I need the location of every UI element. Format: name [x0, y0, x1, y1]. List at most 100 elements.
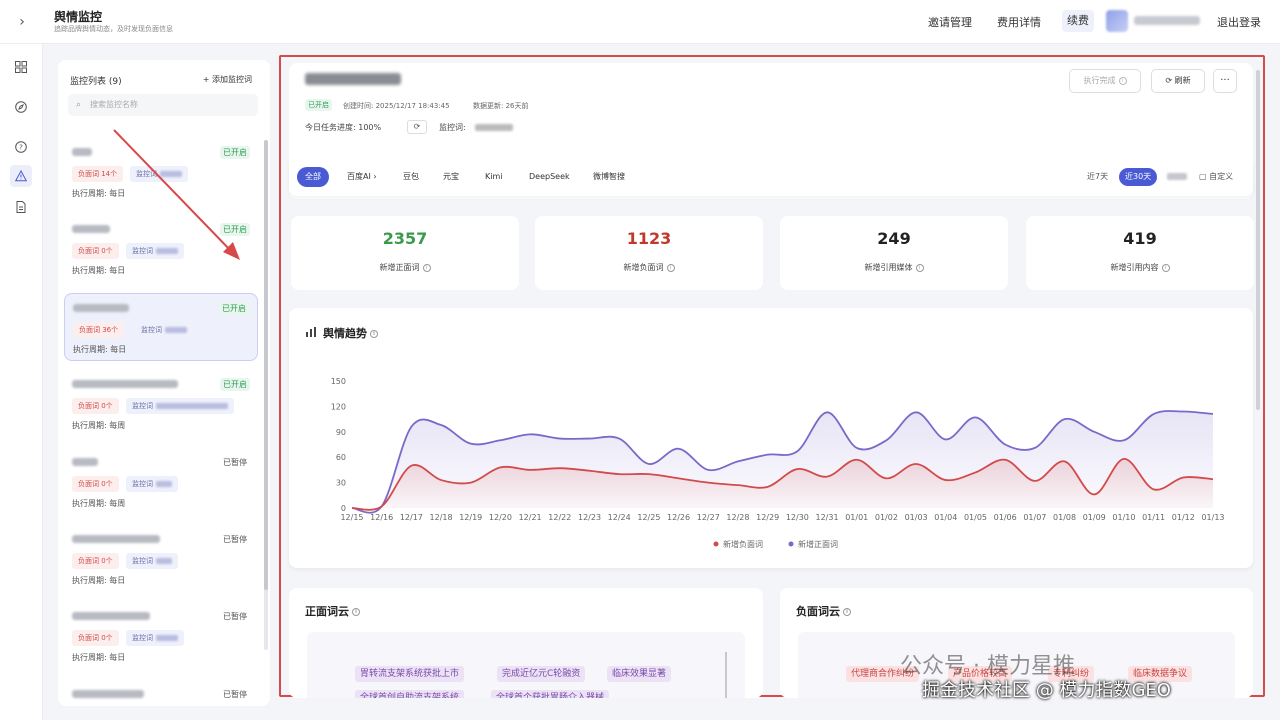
- search-input[interactable]: ⌕ 搜索监控名称: [68, 94, 258, 116]
- item-period: 执行周期: 每日: [72, 576, 126, 585]
- task-status-badge: 已开启: [305, 99, 332, 111]
- stat-value: 1123: [626, 229, 672, 248]
- source-tab-yuanbao[interactable]: 元宝: [435, 167, 467, 187]
- info-icon: i: [915, 263, 924, 272]
- more-options-button[interactable]: ···: [1213, 69, 1237, 93]
- alert-icon[interactable]: [10, 165, 32, 187]
- main-scrollbar-thumb[interactable]: [1256, 70, 1260, 410]
- item-period: 执行周期: 每周: [72, 499, 126, 508]
- status-badge: 已暂停: [223, 690, 247, 699]
- negative-count-tag: 负面词 14个: [72, 166, 124, 182]
- list-scrollbar[interactable]: [264, 140, 268, 650]
- compass-icon[interactable]: [10, 96, 32, 118]
- stat-new-negative: 1123 新增负面词 i: [535, 216, 763, 290]
- list-item-selected[interactable]: 已开启 负面词 36个 监控词 执行周期: 每日: [64, 293, 258, 361]
- word-tag[interactable]: 完成近亿元C轮融资: [497, 666, 586, 682]
- user-name[interactable]: [1134, 16, 1200, 25]
- x-tick-label: 12/15: [340, 513, 363, 522]
- list-item[interactable]: 已开启 负面词 0个 监控词 执行周期: 每周: [64, 370, 258, 438]
- logout-link[interactable]: 退出登录: [1217, 14, 1261, 30]
- item-period: 执行周期: 每日: [73, 345, 127, 354]
- word-tag[interactable]: 临床效果显著: [607, 666, 672, 682]
- legend-label: 新增负面词: [723, 539, 763, 549]
- list-scrollbar-thumb[interactable]: [264, 140, 268, 590]
- list-item[interactable]: 已暂停 负面词 0个 监控词 执行周期: 每周: [64, 448, 258, 516]
- source-tab-weibo[interactable]: 微博智搜: [585, 167, 633, 187]
- x-tick-label: 12/22: [548, 513, 571, 522]
- legend-marker: [713, 541, 719, 547]
- negative-count-tag: 负面词 36个: [73, 322, 125, 338]
- dashboard-icon[interactable]: [10, 56, 32, 78]
- x-tick-label: 01/11: [1142, 513, 1165, 522]
- x-tick-label: 01/06: [994, 513, 1017, 522]
- stat-value: 2357: [382, 229, 428, 248]
- x-tick-label: 12/24: [608, 513, 631, 522]
- range-tab-blurred[interactable]: [1167, 173, 1187, 180]
- list-item[interactable]: 已暂停 负面词 0个 监控词 执行周期: 每日: [64, 602, 258, 670]
- task-name: [305, 73, 401, 85]
- source-tab-kimi[interactable]: Kimi: [477, 167, 510, 187]
- billing-details-link[interactable]: 费用详情: [997, 14, 1041, 30]
- y-tick-label: 150: [331, 377, 346, 386]
- source-tab-deepseek[interactable]: DeepSeek: [521, 167, 578, 187]
- x-tick-label: 12/20: [489, 513, 512, 522]
- list-item[interactable]: 已开启 负面词 14个 监控词 执行周期: 每日: [64, 138, 258, 206]
- cloud-divider: [725, 652, 727, 698]
- filter-bar: 全部 百度AI › 豆包 元宝 Kimi DeepSeek 微博智搜 近7天 近…: [289, 158, 1253, 196]
- item-name: [72, 458, 98, 466]
- x-tick-label: 12/28: [726, 513, 749, 522]
- x-tick-label: 12/19: [459, 513, 482, 522]
- nav-rail: ?: [0, 44, 43, 720]
- main-scrollbar[interactable]: [1256, 70, 1260, 690]
- x-tick-label: 12/16: [370, 513, 393, 522]
- item-name: [72, 225, 110, 233]
- monitor-list-heading: 监控列表 (9): [70, 77, 122, 87]
- word-tag[interactable]: 胃转流支架系统获批上市: [355, 666, 465, 682]
- word-tag[interactable]: 全球首个获批胃肠介入器械: [491, 690, 610, 698]
- x-tick-label: 01/09: [1083, 513, 1106, 522]
- keyword-value: [475, 124, 513, 131]
- word-tag[interactable]: 全球首创自助流支架系统: [355, 690, 465, 698]
- item-name: [72, 380, 178, 388]
- refresh-button[interactable]: ⟳ 刷新: [1151, 69, 1205, 93]
- y-tick-label: 90: [336, 428, 346, 437]
- x-tick-label: 01/05: [964, 513, 987, 522]
- x-tick-label: 01/07: [1023, 513, 1046, 522]
- list-item[interactable]: 已暂停: [64, 680, 258, 706]
- negative-count-tag: 负面词 0个: [72, 476, 119, 492]
- add-monitor-button[interactable]: + 添加监控词: [203, 74, 252, 85]
- list-item[interactable]: 已开启 负面词 0个 监控词 执行周期: 每日: [64, 215, 258, 283]
- x-tick-label: 12/31: [816, 513, 839, 522]
- renew-button[interactable]: 续费: [1062, 10, 1094, 32]
- invite-management-link[interactable]: 邀请管理: [928, 14, 972, 30]
- document-icon[interactable]: [10, 196, 32, 218]
- source-tab-doubao[interactable]: 豆包: [395, 167, 427, 187]
- keyword-tag: 监控词: [126, 476, 178, 492]
- status-badge: 已暂停: [223, 458, 247, 467]
- source-tab-baidu[interactable]: 百度AI ›: [339, 167, 385, 187]
- negative-count-tag: 负面词 0个: [72, 630, 119, 646]
- help-icon[interactable]: ?: [10, 136, 32, 158]
- negative-count-tag: 负面词 0个: [72, 553, 119, 569]
- status-badge: 已开启: [220, 223, 250, 236]
- info-icon: i: [422, 263, 431, 272]
- x-tick-label: 12/23: [578, 513, 601, 522]
- range-tab-7d[interactable]: 近7天: [1081, 168, 1114, 186]
- item-name: [72, 612, 150, 620]
- range-tab-30d[interactable]: 近30天: [1119, 168, 1158, 186]
- source-tab-all[interactable]: 全部: [297, 167, 329, 187]
- positive-cloud-card: 正面词云 i 胃转流支架系统获批上市 完成近亿元C轮融资 临床效果显著 全球首创自…: [289, 588, 763, 698]
- stat-label: 新增引用媒体 i: [780, 262, 1008, 273]
- avatar[interactable]: [1106, 10, 1128, 32]
- list-item[interactable]: 已暂停 负面词 0个 监控词 执行周期: 每日: [64, 525, 258, 593]
- x-tick-label: 01/03: [905, 513, 928, 522]
- execute-complete-button[interactable]: 执行完成 i: [1069, 69, 1141, 93]
- progress-refresh-icon[interactable]: ⟳: [407, 120, 427, 134]
- status-badge: 已暂停: [223, 612, 247, 621]
- monitor-list-panel: 监控列表 (9) + 添加监控词 ⌕ 搜索监控名称 已开启 负面词 14个 监控…: [58, 60, 270, 706]
- range-tab-custom[interactable]: ▢ 自定义: [1193, 168, 1239, 186]
- x-tick-label: 01/13: [1201, 513, 1224, 522]
- expand-sidebar-icon[interactable]: ›: [12, 12, 32, 32]
- stat-label: 新增正面词 i: [291, 262, 519, 273]
- negative-count-tag: 负面词 0个: [72, 243, 119, 259]
